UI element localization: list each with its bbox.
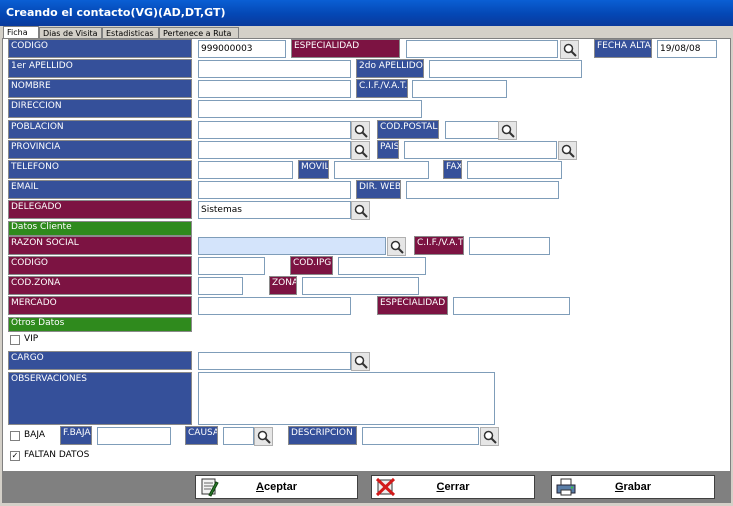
- especialidad-search-icon[interactable]: [560, 40, 579, 59]
- baja-label: BAJA: [24, 430, 45, 440]
- faltan-datos-checkbox[interactable]: ✓: [10, 451, 20, 461]
- email-field[interactable]: [198, 181, 351, 199]
- provincia-field[interactable]: [198, 141, 351, 159]
- datos-cliente-section: Datos Cliente: [8, 221, 192, 236]
- delegado-label: DELEGADO: [8, 200, 192, 219]
- direccion-label: DIRECCION: [8, 99, 192, 118]
- provincia-label: PROVINCIA: [8, 140, 192, 159]
- observaciones-label: OBSERVACIONES: [8, 372, 192, 425]
- apellido2-label: 2do APELLIDO: [356, 59, 424, 78]
- provincia-search-icon[interactable]: [351, 141, 370, 160]
- pais-label: PAIS: [377, 140, 399, 159]
- cod-ipg-label: COD.IPG: [290, 256, 333, 275]
- cod-postal-label: COD.POSTAL: [377, 120, 439, 139]
- pais-field[interactable]: [404, 141, 557, 159]
- direccion-field[interactable]: [198, 100, 422, 118]
- movil-label: MOVIL: [298, 160, 329, 179]
- especialidad-label: ESPECIALIDAD: [291, 39, 400, 58]
- observaciones-field[interactable]: [198, 372, 495, 425]
- window-title: Creando el contacto(VG)(AD,DT,GT): [0, 0, 733, 26]
- cif2-field[interactable]: [469, 237, 550, 255]
- razon-social-field[interactable]: [198, 237, 386, 255]
- nombre-field[interactable]: [198, 80, 351, 98]
- aceptar-label: Aceptar: [256, 481, 297, 493]
- pais-search-icon[interactable]: [558, 141, 577, 160]
- cod-zona-label: COD.ZONA: [8, 276, 192, 295]
- delegado-search-icon[interactable]: [351, 201, 370, 220]
- grabar-button[interactable]: Grabar: [551, 475, 715, 499]
- telefono-label: TELEFONO: [8, 160, 192, 179]
- descripcion-search-icon[interactable]: [480, 427, 499, 446]
- poblacion-label: POBLACION: [8, 120, 192, 139]
- codigo2-field[interactable]: [198, 257, 265, 275]
- cargo-label: CARGO: [8, 351, 192, 370]
- fax-field[interactable]: [467, 161, 562, 179]
- checkmark-icon: ✓: [11, 451, 19, 460]
- dir-web-label: DIR. WEB: [356, 180, 401, 199]
- apellido2-field[interactable]: [429, 60, 582, 78]
- dir-web-field[interactable]: [406, 181, 559, 199]
- descripcion-label: DESCRIPCION: [288, 426, 357, 445]
- otros-datos-section: Otros Datos: [8, 317, 192, 332]
- codigo2-label: CODIGO: [8, 256, 192, 275]
- movil-field[interactable]: [334, 161, 429, 179]
- cerrar-button[interactable]: Cerrar: [371, 475, 535, 499]
- fecha-alta-label: FECHA ALTA: [594, 39, 652, 58]
- poblacion-field[interactable]: [198, 121, 351, 139]
- telefono-field[interactable]: [198, 161, 293, 179]
- cif2-label: C.I.F./V.A.T.: [414, 236, 464, 255]
- descripcion-field[interactable]: [362, 427, 479, 445]
- cerrar-label: Cerrar: [436, 481, 470, 493]
- codigo-field[interactable]: 999000003: [198, 40, 286, 58]
- cod-postal-field[interactable]: [445, 121, 499, 139]
- cif-field[interactable]: [412, 80, 507, 98]
- especialidad2-label: ESPECIALIDAD: [377, 296, 448, 315]
- especialidad2-field[interactable]: [453, 297, 570, 315]
- razon-social-search-icon[interactable]: [387, 237, 406, 256]
- f-baja-field[interactable]: [97, 427, 171, 445]
- nombre-label: NOMBRE: [8, 79, 192, 98]
- vip-checkbox[interactable]: [10, 335, 20, 345]
- zona-label: ZONA: [269, 276, 297, 295]
- vip-label: VIP: [24, 334, 39, 344]
- fax-label: FAX: [443, 160, 462, 179]
- cargo-field[interactable]: [198, 352, 351, 370]
- apellido1-field[interactable]: [198, 60, 351, 78]
- zona-field[interactable]: [302, 277, 419, 295]
- grabar-label: Grabar: [614, 481, 652, 493]
- cod-postal-search-icon[interactable]: [498, 121, 517, 140]
- razon-social-label: RAZON SOCIAL: [8, 236, 192, 255]
- cod-zona-field[interactable]: [198, 277, 243, 295]
- causa-search-icon[interactable]: [254, 427, 273, 446]
- email-label: EMAIL: [8, 180, 192, 199]
- cargo-search-icon[interactable]: [351, 352, 370, 371]
- fecha-alta-field[interactable]: 19/08/08: [657, 40, 717, 58]
- apellido1-label: 1er APELLIDO: [8, 59, 192, 78]
- baja-checkbox[interactable]: [10, 431, 20, 441]
- faltan-datos-label: FALTAN DATOS: [24, 450, 90, 460]
- f-baja-label: F.BAJA: [60, 426, 92, 445]
- especialidad-field[interactable]: [406, 40, 558, 58]
- cif-label: C.I.F./V.A.T.: [356, 79, 408, 98]
- delegado-field[interactable]: Sistemas: [198, 201, 351, 219]
- aceptar-button[interactable]: Aceptar: [195, 475, 358, 499]
- causa-field[interactable]: [223, 427, 254, 445]
- mercado-label: MERCADO: [8, 296, 192, 315]
- causa-label: CAUSA: [185, 426, 218, 445]
- mercado-field[interactable]: [198, 297, 351, 315]
- cod-ipg-field[interactable]: [338, 257, 426, 275]
- poblacion-search-icon[interactable]: [351, 121, 370, 140]
- codigo-label: CODIGO: [8, 39, 192, 58]
